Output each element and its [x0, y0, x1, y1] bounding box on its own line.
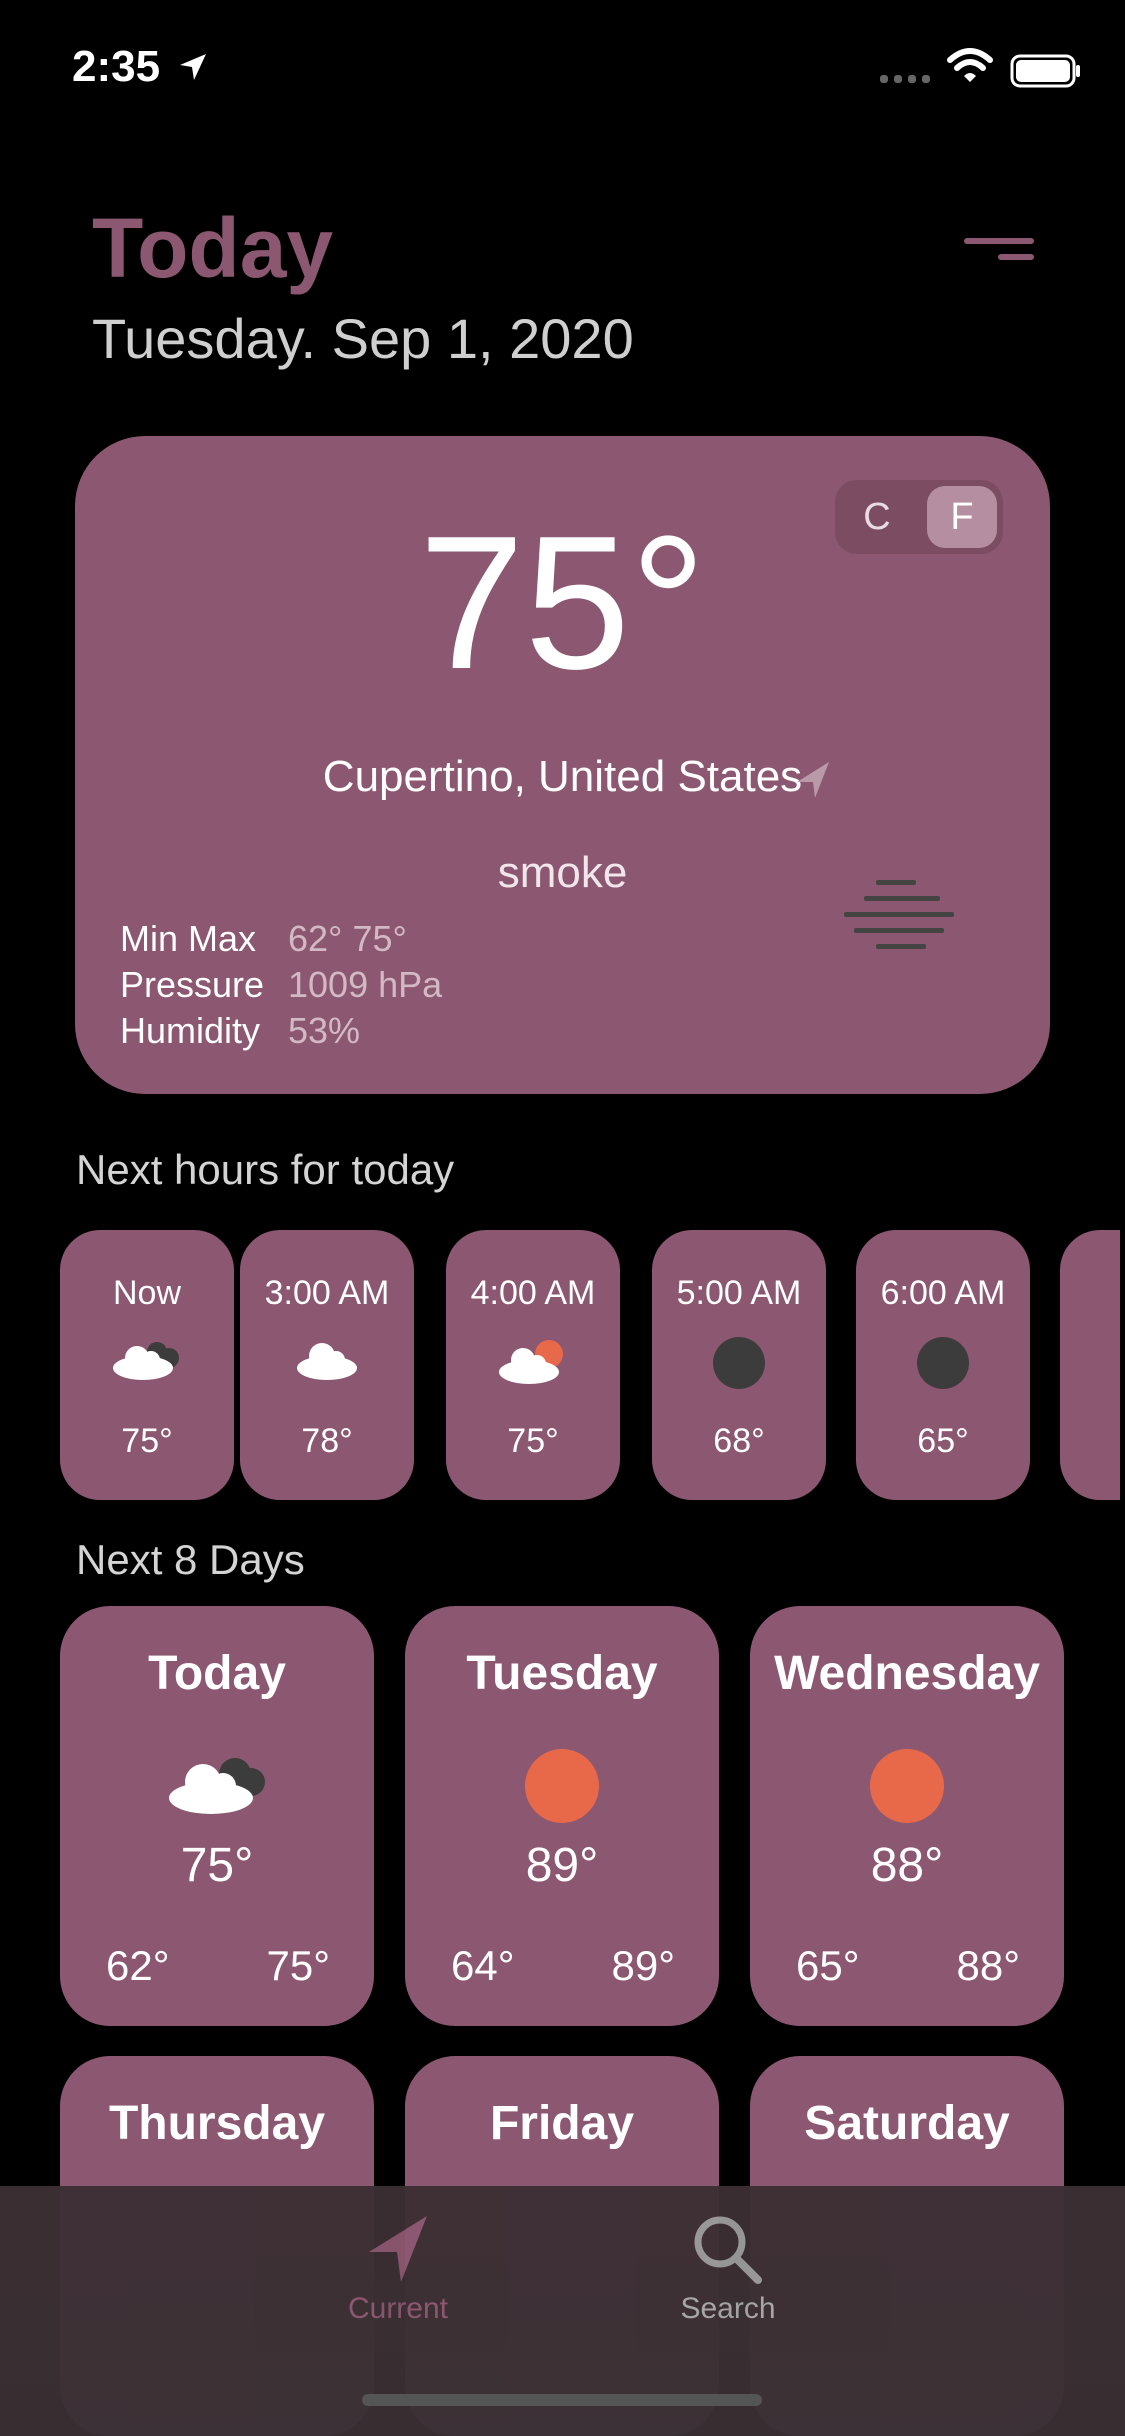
- tab-search-label: Search: [680, 2292, 776, 2325]
- day-temp: 89°: [525, 1839, 599, 1892]
- hour-temp: 75°: [121, 1422, 173, 1460]
- current-temperature: 75°: [418, 497, 707, 709]
- hour-temp: 68°: [713, 1422, 765, 1460]
- day-min: 64°: [451, 1942, 515, 1989]
- moon-icon: [712, 1336, 766, 1395]
- day-card[interactable]: Wednesday 88° 65° 88°: [750, 1606, 1064, 2026]
- day-temp: 88°: [870, 1839, 944, 1892]
- daily-section-title: Next 8 Days: [76, 1536, 305, 1583]
- current-location: Cupertino, United States: [322, 752, 803, 801]
- location-arrow-icon: [795, 760, 831, 805]
- page-date: Tuesday. Sep 1, 2020: [92, 307, 634, 370]
- hour-card[interactable]: 6:00 AM 65°: [856, 1230, 1030, 1500]
- humidity-label: Humidity: [120, 1010, 261, 1051]
- hourly-section-title: Next hours for today: [76, 1146, 455, 1193]
- day-name: Friday: [489, 2097, 635, 2150]
- hour-label: 4:00 AM: [470, 1274, 596, 1312]
- hour-label: 5:00 AM: [676, 1274, 802, 1312]
- day-card[interactable]: Tuesday 89° 64° 89°: [405, 1606, 719, 2026]
- location-arrow-icon: [367, 2214, 429, 2289]
- hour-card[interactable]: 5:00 AM 68°: [652, 1230, 826, 1500]
- cloudy-night-icon: [109, 1336, 185, 1387]
- status-time: 2:35: [72, 42, 161, 91]
- hour-card-partial[interactable]: [1060, 1230, 1120, 1500]
- wifi-icon: [946, 48, 994, 89]
- smoke-icon: [840, 878, 960, 963]
- hour-label: 6:00 AM: [880, 1274, 1006, 1312]
- hour-label: Now: [112, 1274, 182, 1312]
- hour-temp: 75°: [507, 1422, 559, 1460]
- hour-temp: 65°: [917, 1422, 969, 1460]
- partly-cloudy-icon: [495, 1336, 571, 1391]
- day-name: Thursday: [108, 2097, 326, 2150]
- moon-icon: [916, 1336, 970, 1395]
- day-max: 75°: [266, 1942, 330, 1989]
- page-title: Today: [92, 201, 334, 295]
- humidity-value: 53%: [288, 1010, 361, 1051]
- min-max-label: Min Max: [120, 918, 257, 959]
- day-min: 62°: [106, 1942, 170, 1989]
- day-min: 65°: [796, 1942, 860, 1989]
- battery-icon: [1010, 54, 1082, 93]
- hour-temp: 78°: [301, 1422, 353, 1460]
- day-name: Saturday: [804, 2097, 1010, 2150]
- day-name: Today: [148, 1647, 286, 1700]
- day-name: Tuesday: [466, 1647, 658, 1700]
- tab-current[interactable]: Current: [248, 2186, 548, 2356]
- menu-icon: [964, 238, 1034, 260]
- sun-icon: [524, 1748, 600, 1829]
- sun-icon: [869, 1748, 945, 1829]
- home-indicator: [362, 2394, 762, 2406]
- menu-button[interactable]: [960, 232, 1040, 272]
- hour-label: 3:00 AM: [264, 1274, 390, 1312]
- hour-card[interactable]: 3:00 AM 78°: [240, 1230, 414, 1500]
- pressure-value: 1009 hPa: [288, 964, 443, 1005]
- min-max-value: 62° 75°: [288, 918, 407, 959]
- cellular-signal-icon: [880, 72, 936, 90]
- day-name: Wednesday: [774, 1647, 1040, 1700]
- day-temp: 75°: [180, 1839, 254, 1892]
- tab-search[interactable]: Search: [578, 2186, 878, 2356]
- pressure-label: Pressure: [120, 964, 265, 1005]
- cloud-icon: [292, 1336, 362, 1387]
- day-max: 89°: [611, 1942, 675, 1989]
- cloudy-icon: [163, 1748, 271, 1823]
- day-card[interactable]: Today 75° 62° 75°: [60, 1606, 374, 2026]
- tab-current-label: Current: [347, 2292, 449, 2325]
- day-max: 88°: [956, 1942, 1020, 1989]
- search-icon: [692, 2214, 764, 2289]
- location-services-icon: [178, 52, 208, 87]
- hour-card[interactable]: Now 75°: [60, 1230, 234, 1500]
- hour-card[interactable]: 4:00 AM 75°: [446, 1230, 620, 1500]
